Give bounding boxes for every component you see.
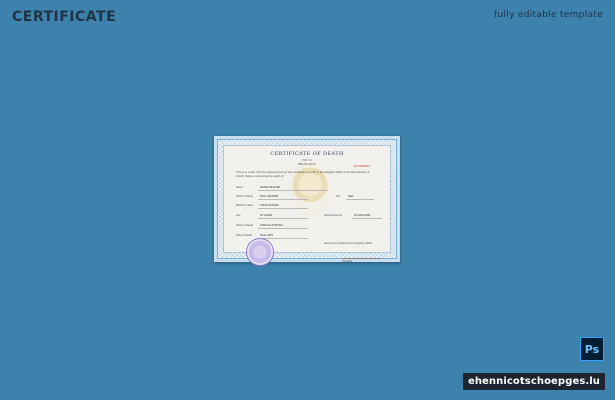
- field-value: ANNA MUSTER: [260, 204, 279, 207]
- field-underline: [352, 218, 382, 219]
- field-underline: [258, 199, 308, 200]
- field-label: Registration No.: [324, 214, 343, 217]
- field-underline: [346, 199, 374, 200]
- field-label: Sex: [336, 195, 341, 198]
- field-label: Name: [236, 186, 243, 189]
- page-title: CERTIFICATE: [12, 9, 117, 25]
- certificate-border: CERTIFICATE OF DEATH NO. II ZH-DV-0271 №…: [217, 139, 397, 266]
- field-value: 63 YEARS: [260, 214, 273, 217]
- field-value: ZH 2019-0001: [354, 214, 371, 217]
- field-label: Mother's Name: [236, 204, 254, 207]
- photoshop-icon: Ps: [580, 337, 604, 361]
- field-value: Male: [348, 195, 354, 198]
- signature-line: [342, 258, 382, 259]
- field-value: FRANZ MUSTER: [260, 186, 281, 189]
- signature-note: Issued and certified by the Register Off…: [324, 242, 373, 245]
- certificate-number: № 0000001: [354, 164, 370, 168]
- field-label: Age: [236, 214, 241, 217]
- field-value: 01.01.2019: [260, 234, 273, 237]
- certificate-title: CERTIFICATE OF DEATH: [270, 151, 344, 157]
- certificate-body: CERTIFICATE OF DEATH NO. II ZH-DV-0271 №…: [223, 145, 391, 266]
- field-underline: [258, 190, 328, 191]
- certificate-preview[interactable]: CERTIFICATE OF DEATH NO. II ZH-DV-0271 №…: [214, 136, 400, 266]
- field-label: Place of Death: [236, 224, 254, 227]
- field-underline: [258, 218, 308, 219]
- field-value: PAUL MUSTER: [260, 195, 279, 198]
- signature-label: Registrar: [342, 260, 353, 263]
- field-label: Date of Death: [236, 234, 253, 237]
- field-underline: [258, 228, 308, 229]
- certificate-intro-2: Zurich, Swiss, concerning the death of:: [236, 174, 285, 178]
- brand-watermark: ehennicotschoepges.lu: [463, 373, 605, 390]
- field-value: ZURICH HOSPITAL: [260, 224, 284, 227]
- tagline: fully editable template: [494, 10, 603, 20]
- field-label: Father's Name: [236, 195, 253, 198]
- field-underline: [258, 208, 308, 209]
- official-seal: [246, 238, 274, 266]
